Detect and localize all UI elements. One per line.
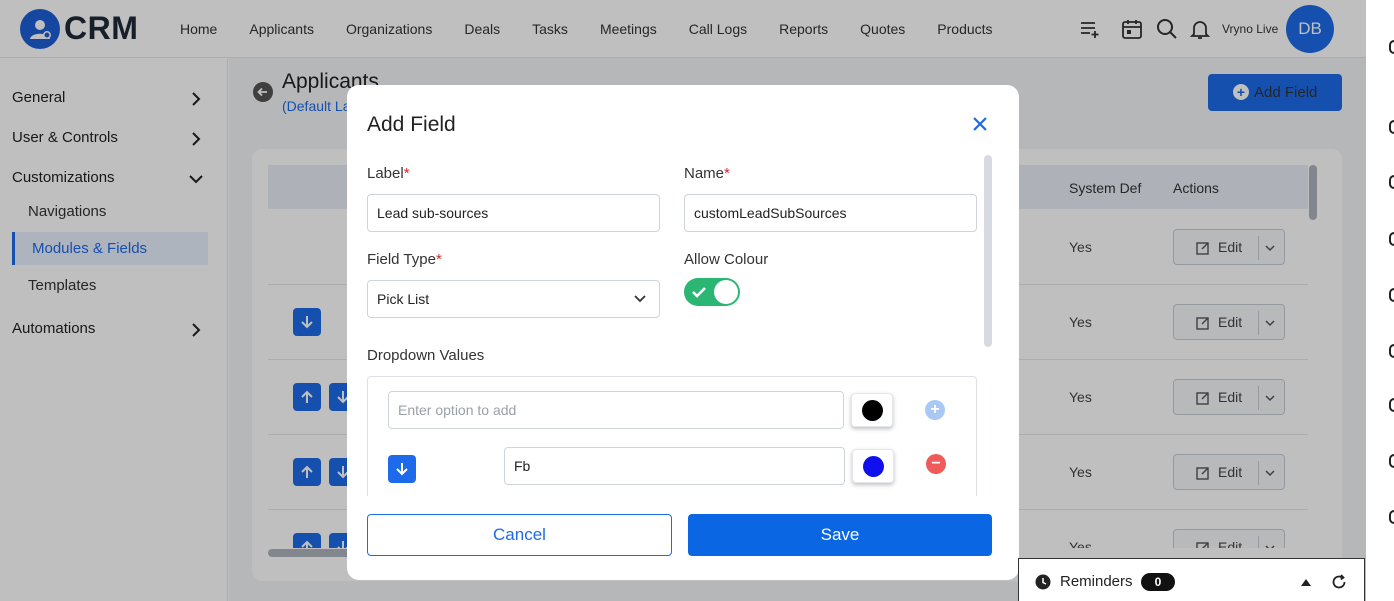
clipped-icon: [1389, 454, 1394, 468]
remove-option-button[interactable]: −: [926, 454, 946, 474]
add-option-button[interactable]: +: [925, 400, 945, 420]
new-option-color-picker[interactable]: [851, 393, 893, 427]
field-type-select[interactable]: Pick List: [367, 280, 660, 318]
clipped-icon: [1389, 398, 1394, 412]
option-color-picker[interactable]: [852, 449, 894, 483]
reminders-count-badge: 0: [1141, 573, 1175, 591]
check-icon: [692, 287, 706, 298]
move-down-button[interactable]: [388, 455, 416, 483]
clipped-icon: [1389, 40, 1394, 54]
modal-title: Add Field: [367, 113, 456, 136]
clipped-icon: [1389, 232, 1394, 246]
clipped-icon: [1389, 510, 1394, 524]
dropdown-values-label: Dropdown Values: [367, 347, 485, 364]
color-swatch: [862, 400, 883, 421]
clipped-icon: [1389, 175, 1394, 189]
chevron-down-icon: [634, 295, 646, 303]
modal-scrollbar[interactable]: [984, 155, 992, 347]
close-icon[interactable]: [971, 115, 989, 133]
dropdown-values-box: Enter option to add + Fb −: [367, 376, 977, 496]
allow-colour-toggle[interactable]: [684, 278, 740, 306]
refresh-icon[interactable]: [1331, 574, 1347, 590]
add-field-modal: Add Field Label* Lead sub-sources Name* …: [347, 85, 1019, 580]
clipped-icon: [1389, 288, 1394, 302]
arrow-down-icon: [396, 463, 408, 476]
label-field-label: Label*: [367, 165, 410, 182]
reminders-bar[interactable]: Reminders 0: [1018, 558, 1365, 601]
new-option-input[interactable]: Enter option to add: [388, 391, 844, 429]
clipped-icon: [1389, 120, 1394, 134]
reminders-label: Reminders: [1060, 573, 1133, 590]
name-field-label: Name*: [684, 165, 730, 182]
name-input[interactable]: customLeadSubSources: [684, 194, 977, 232]
clock-icon: [1035, 574, 1051, 590]
color-swatch: [863, 456, 884, 477]
label-input[interactable]: Lead sub-sources: [367, 194, 660, 232]
toggle-knob: [714, 280, 738, 304]
cancel-button[interactable]: Cancel: [367, 514, 672, 556]
allow-colour-label: Allow Colour: [684, 251, 769, 268]
caret-up-icon[interactable]: [1301, 578, 1311, 586]
field-type-label: Field Type*: [367, 251, 442, 268]
clipped-icon: [1389, 344, 1394, 358]
save-button[interactable]: Save: [688, 514, 992, 556]
option-input[interactable]: Fb: [504, 447, 845, 485]
field-type-value: Pick List: [377, 291, 430, 307]
